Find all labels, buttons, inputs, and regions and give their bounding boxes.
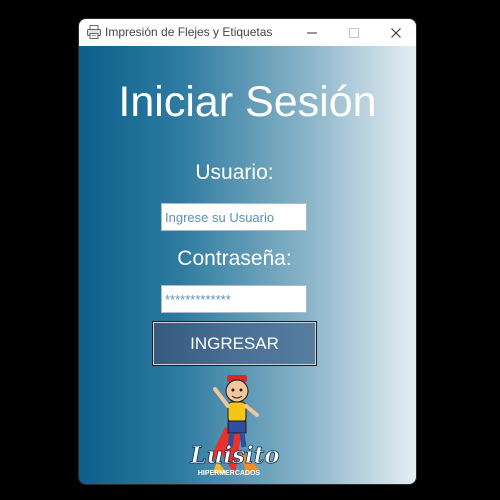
password-label: Contraseña: bbox=[177, 247, 292, 270]
login-button[interactable]: INGRESAR bbox=[152, 321, 317, 366]
close-icon bbox=[391, 27, 401, 38]
username-input[interactable] bbox=[161, 203, 307, 231]
logo-wordmark: Luisito HIPERMERCADOS bbox=[189, 442, 280, 477]
maximize-icon bbox=[349, 27, 359, 38]
maximize-button[interactable] bbox=[333, 19, 375, 46]
window-title: Impresión de Flejes y Etiquetas bbox=[105, 25, 273, 39]
page-title: Iniciar Sesión bbox=[118, 78, 377, 126]
title-bar[interactable]: Impresión de Flejes y Etiquetas bbox=[79, 19, 416, 46]
printer-icon bbox=[86, 24, 102, 40]
login-panel: Iniciar Sesión Usuario: Contraseña: INGR… bbox=[79, 46, 416, 484]
minimize-icon bbox=[307, 32, 317, 33]
svg-text:HIPERMERCADOS: HIPERMERCADOS bbox=[198, 470, 261, 477]
luisito-logo: Luisito HIPERMERCADOS bbox=[189, 375, 280, 477]
user-label: Usuario: bbox=[195, 161, 274, 184]
svg-text:Luisito: Luisito bbox=[189, 442, 279, 469]
password-input[interactable] bbox=[161, 285, 307, 313]
login-window: Impresión de Flejes y Etiquetas Iniciar … bbox=[79, 19, 416, 484]
close-button[interactable] bbox=[375, 19, 416, 46]
minimize-button[interactable] bbox=[291, 19, 333, 46]
